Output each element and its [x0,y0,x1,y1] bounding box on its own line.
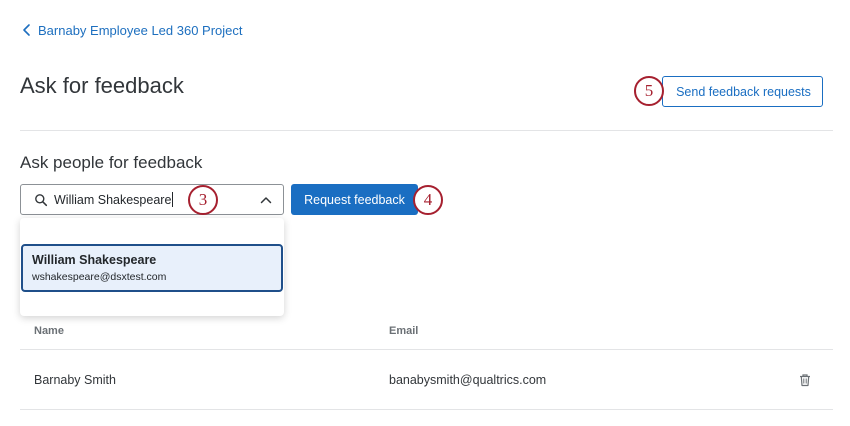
option-name: William Shakespeare [32,253,157,267]
step-marker-4: 4 [413,185,443,215]
request-feedback-button[interactable]: Request feedback [291,184,418,215]
request-feedback-label: Request feedback [304,192,405,207]
text-cursor [172,192,174,207]
step-marker-3: 3 [188,185,218,215]
table-header-divider [20,349,833,350]
chevron-up-icon[interactable] [259,193,273,207]
column-header-email: Email [389,325,419,337]
breadcrumb-label[interactable]: Barnaby Employee Led 360 Project [38,23,243,38]
breadcrumb[interactable]: Barnaby Employee Led 360 Project [20,22,243,38]
page-title: Ask for feedback [20,73,184,98]
search-icon [35,193,48,206]
table-row-email: banabysmith@qualtrics.com [389,373,547,387]
step-marker-4-label: 4 [423,190,433,209]
send-feedback-requests-button[interactable]: Send feedback requests [662,76,823,107]
dropdown-option[interactable]: William Shakespeare wshakespeare@dsxtest… [21,244,283,292]
table-row-name: Barnaby Smith [34,373,116,387]
step-marker-5-label: 5 [644,81,654,100]
trash-icon[interactable] [798,373,812,387]
header-divider [20,130,833,131]
people-search-input[interactable]: William Shakespeare [20,184,284,215]
step-marker-5: 5 [634,76,664,106]
chevron-left-icon [23,24,30,36]
section-title: Ask people for feedback [20,153,203,172]
search-input-value[interactable]: William Shakespeare [54,193,171,207]
table-row-divider [20,409,833,410]
column-header-name: Name [34,325,64,337]
search-results-dropdown: William Shakespeare wshakespeare@dsxtest… [20,218,284,316]
option-email: wshakespeare@dsxtest.com [32,271,167,283]
send-feedback-requests-label: Send feedback requests [676,84,811,99]
step-marker-3-label: 3 [198,190,208,209]
